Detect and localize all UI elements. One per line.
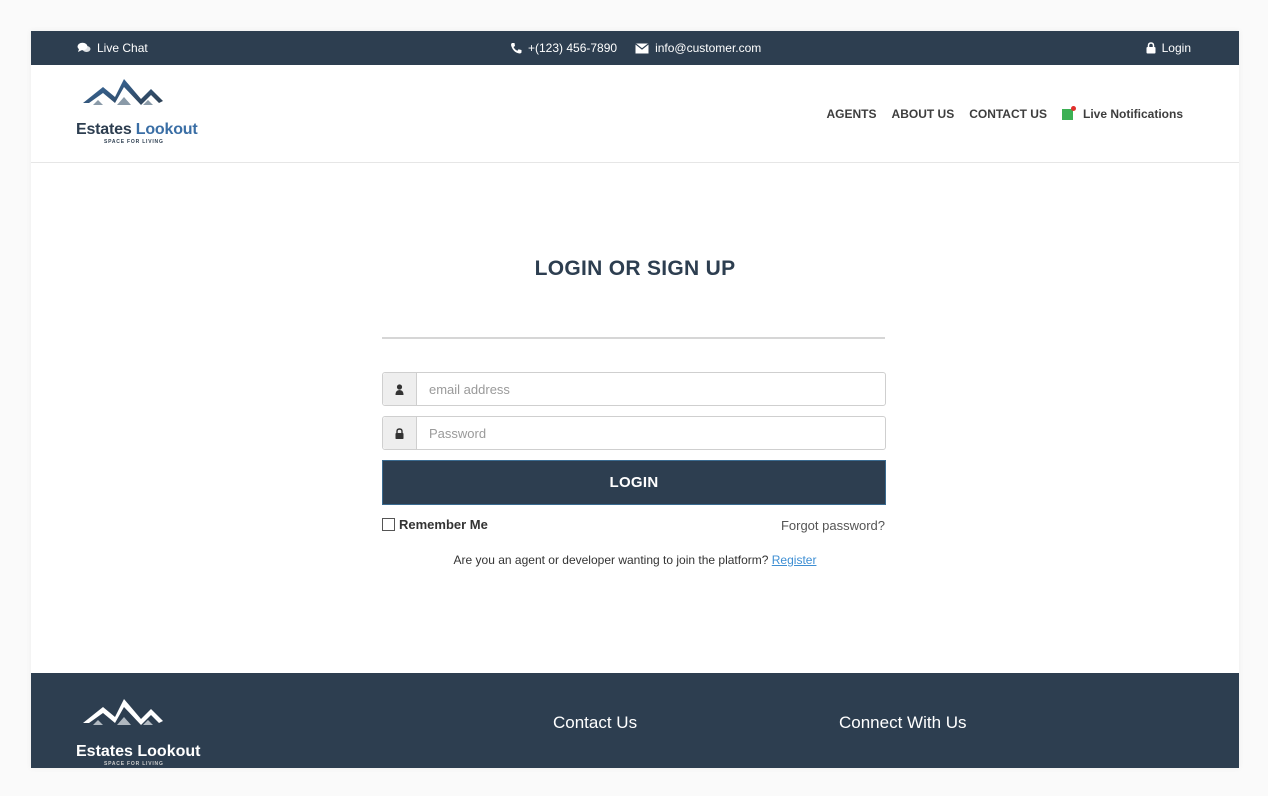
email-field bbox=[382, 372, 886, 406]
footer-brand-name: Estates Lookout bbox=[76, 743, 201, 760]
page-title: LOGIN OR SIGN UP bbox=[534, 257, 736, 280]
register-prompt: Are you an agent or developer wanting to… bbox=[31, 553, 1239, 567]
site-header: Estates Lookout SPACE FOR LIVING AGENTS … bbox=[31, 65, 1239, 163]
footer-connect-heading: Connect With Us bbox=[839, 713, 967, 732]
password-field bbox=[382, 416, 886, 450]
phone-number[interactable]: +(123) 456-7890 bbox=[528, 41, 617, 55]
remember-me-checkbox[interactable] bbox=[382, 518, 395, 531]
top-login-link[interactable]: Login bbox=[1146, 31, 1191, 65]
register-prompt-text: Are you an agent or developer wanting to… bbox=[453, 553, 769, 567]
nav-about-us[interactable]: ABOUT US bbox=[892, 107, 955, 121]
top-bar: Live Chat +(123) 456-7890 info@customer.… bbox=[31, 31, 1239, 65]
footer-brand-tagline: SPACE FOR LIVING bbox=[104, 761, 164, 767]
email-input[interactable] bbox=[417, 373, 885, 405]
rooftops-icon bbox=[83, 79, 163, 105]
lock-icon bbox=[383, 417, 417, 449]
brand-tagline: SPACE FOR LIVING bbox=[104, 139, 164, 145]
footer-logo[interactable]: Estates Lookout SPACE FOR LIVING bbox=[76, 699, 216, 768]
remember-me-label: Remember Me bbox=[399, 517, 488, 532]
password-input[interactable] bbox=[417, 417, 885, 449]
phone-icon bbox=[510, 42, 522, 54]
footer-rooftops-icon bbox=[83, 699, 163, 725]
forgot-password-link[interactable]: Forgot password? bbox=[781, 518, 885, 533]
login-section: LOGIN OR SIGN UP LOGIN Remember Me Forgo… bbox=[31, 163, 1239, 673]
brand-logo[interactable]: Estates Lookout SPACE FOR LIVING bbox=[76, 79, 216, 149]
nav-agents[interactable]: AGENTS bbox=[827, 107, 877, 121]
live-notifications-label: Live Notifications bbox=[1082, 106, 1183, 121]
chat-bubbles-icon bbox=[77, 42, 91, 54]
lock-icon bbox=[1146, 42, 1156, 54]
site-footer: Estates Lookout SPACE FOR LIVING Contact… bbox=[31, 673, 1239, 768]
nav-live-notifications[interactable]: Live Notifications bbox=[1061, 106, 1183, 121]
live-chat-label: Live Chat bbox=[97, 41, 148, 55]
brand-name: Estates Lookout bbox=[76, 121, 198, 138]
page: Live Chat +(123) 456-7890 info@customer.… bbox=[31, 31, 1239, 768]
notification-bell-icon bbox=[1061, 106, 1076, 120]
envelope-icon bbox=[635, 42, 649, 54]
title-divider bbox=[382, 337, 885, 339]
live-chat-link[interactable]: Live Chat bbox=[77, 31, 148, 65]
nav-contact-us[interactable]: CONTACT US bbox=[969, 107, 1047, 121]
register-link[interactable]: Register bbox=[772, 553, 817, 567]
main-nav: AGENTS ABOUT US CONTACT US Live Notifica… bbox=[827, 65, 1183, 162]
user-icon bbox=[383, 373, 417, 405]
footer-contact-heading: Contact Us bbox=[553, 713, 638, 732]
remember-me[interactable]: Remember Me bbox=[382, 517, 488, 532]
top-login-label: Login bbox=[1161, 41, 1191, 55]
login-button[interactable]: LOGIN bbox=[382, 460, 886, 505]
email-address[interactable]: info@customer.com bbox=[655, 41, 761, 55]
contact-info: +(123) 456-7890 info@customer.com bbox=[510, 31, 761, 65]
